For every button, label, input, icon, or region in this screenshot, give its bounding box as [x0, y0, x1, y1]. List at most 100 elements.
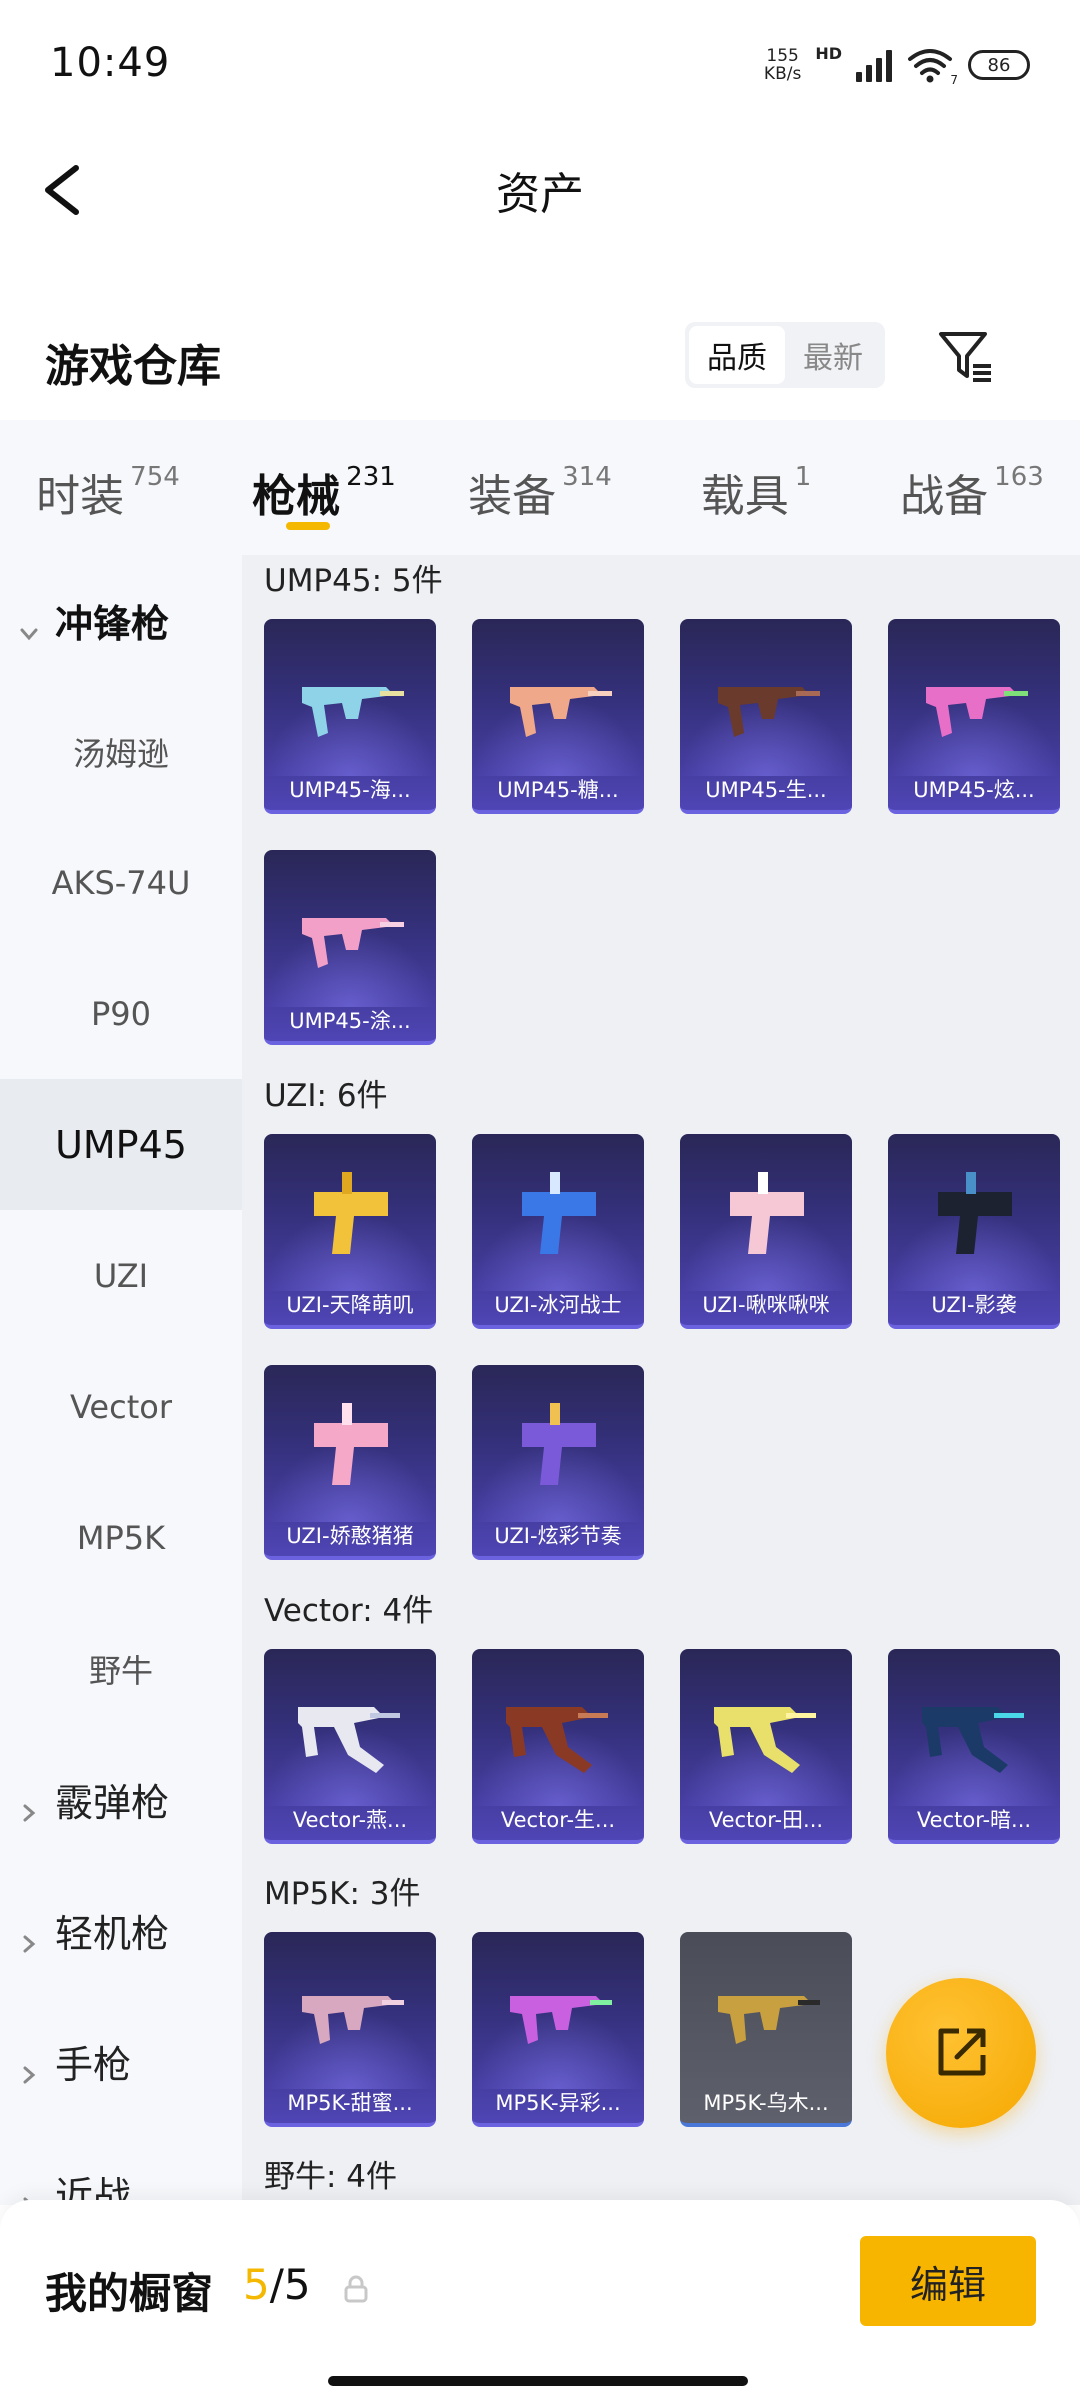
sidebar-item-label: 轻机枪 [55, 1912, 170, 1956]
status-bar: 10:49 155 KB/s HD 7 86 [0, 0, 1080, 120]
sidebar-item-aks74u[interactable]: AKS-74U [0, 817, 242, 948]
sidebar-item-ump45[interactable]: UMP45 [0, 1079, 242, 1210]
sort-quality-button[interactable]: 品质 [689, 326, 785, 384]
skin-card[interactable]: MP5K-甜蜜... [264, 1932, 436, 2127]
smg-icon [926, 687, 1028, 737]
skin-card[interactable]: MP5K-乌木... [680, 1932, 852, 2127]
smg-icon [718, 687, 820, 737]
skin-card[interactable]: Vector-田... [680, 1649, 852, 1844]
tab-count: 1 [794, 462, 812, 492]
share-out-button[interactable] [886, 1978, 1036, 2128]
showcase-bar: 我的橱窗 5/5 编辑 [0, 2200, 1080, 2400]
chevron-right-icon [18, 2051, 40, 2083]
skin-card[interactable]: UMP45-生... [680, 619, 852, 814]
tab-label: 枪械 [252, 471, 341, 522]
tab-count: 754 [130, 462, 180, 492]
tab-fashion[interactable]: 时装 754 [0, 420, 216, 555]
title-bar: 资产 [0, 140, 1080, 240]
sort-newest-button[interactable]: 最新 [785, 326, 881, 384]
warehouse-header: 游戏仓库 品质 最新 [0, 300, 1080, 410]
uzi-icon [938, 1172, 1012, 1254]
sidebar-item-label: 手枪 [55, 2043, 132, 2087]
sidebar-item-label: 野牛 [88, 1651, 153, 1690]
skin-card[interactable]: UMP45-糖... [472, 619, 644, 814]
skin-card[interactable]: MP5K-异彩... [472, 1932, 644, 2127]
showcase-title: 我的橱窗 [45, 2269, 214, 2318]
skin-card[interactable]: Vector-燕... [264, 1649, 436, 1844]
skin-name: MP5K-异彩... [495, 2091, 621, 2115]
sidebar-item-uzi[interactable]: UZI [0, 1210, 242, 1341]
net-speed: 155 KB/s [764, 47, 801, 83]
sidebar-group-lmg[interactable]: 轻机枪 [0, 1865, 242, 1996]
filter-icon[interactable] [935, 326, 995, 386]
sidebar-group-pistol[interactable]: 手枪 [0, 1996, 242, 2127]
edit-button[interactable]: 编辑 [860, 2236, 1036, 2326]
lock-icon [343, 2274, 369, 2304]
sidebar-item-bizon[interactable]: 野牛 [0, 1603, 242, 1734]
section-title-uzi: UZI: 6件 [264, 1078, 388, 1114]
tab-count: 163 [994, 462, 1044, 492]
sidebar-group-smg[interactable]: 冲锋枪 [0, 555, 242, 686]
tab-count: 231 [346, 462, 396, 492]
skin-name: Vector-田... [708, 1808, 824, 1832]
skin-card[interactable]: UZI-冰河战士 [472, 1134, 644, 1329]
skin-card[interactable]: UZI-天降萌叽 [264, 1134, 436, 1329]
sidebar-item-thompson[interactable]: 汤姆逊 [0, 686, 242, 817]
skin-card[interactable]: UMP45-涂... [264, 850, 436, 1045]
skin-card[interactable]: UZI-娇憨猪猪 [264, 1365, 436, 1560]
skin-card[interactable]: UZI-炫彩节奏 [472, 1365, 644, 1560]
tab-label: 装备 [468, 471, 557, 522]
sidebar-item-label: 近战 [55, 2174, 132, 2205]
sidebar-item-p90[interactable]: P90 [0, 948, 242, 1079]
smg-icon [302, 918, 404, 968]
skin-name: Vector-暗... [916, 1808, 1032, 1832]
share-out-icon [938, 2028, 986, 2076]
skin-name: UZI-天降萌叽 [286, 1293, 414, 1317]
sidebar-item-mp5k[interactable]: MP5K [0, 1472, 242, 1603]
showcase-total: 5 [283, 2260, 311, 2309]
sidebar-item-label: UMP45 [55, 1122, 187, 1167]
sidebar-group-melee[interactable]: 近战 [0, 2127, 242, 2205]
sidebar-group-shotgun[interactable]: 霰弹枪 [0, 1734, 242, 1865]
vector-icon [298, 1707, 400, 1773]
skin-card[interactable]: UZI-影袭 [888, 1134, 1060, 1329]
tab-vehicles[interactable]: 载具 1 [648, 420, 864, 555]
category-tabs: 时装 754 枪械 231 装备 314 载具 1 战备 163 [0, 420, 1080, 555]
tab-label: 战备 [900, 471, 989, 522]
wifi-sub: 7 [950, 73, 958, 87]
skin-name: UZI-炫彩节奏 [494, 1524, 622, 1548]
tab-label: 载具 [700, 471, 789, 522]
sidebar-item-label: MP5K [76, 1518, 166, 1557]
skin-name: MP5K-甜蜜... [287, 2091, 413, 2115]
net-speed-unit: KB/s [763, 64, 802, 84]
skin-name: MP5K-乌木... [703, 2091, 829, 2115]
skin-card[interactable]: Vector-生... [472, 1649, 644, 1844]
section-title-bizon: 野牛: 4件 [264, 2159, 398, 2195]
tab-equipment[interactable]: 装备 314 [432, 420, 648, 555]
uzi-icon [730, 1172, 804, 1254]
sidebar-item-label: 冲锋枪 [55, 602, 170, 646]
skin-card[interactable]: UMP45-炫... [888, 619, 1060, 814]
uzi-icon [314, 1172, 388, 1254]
showcase-separator: / [269, 2260, 284, 2309]
skin-card[interactable]: Vector-暗... [888, 1649, 1060, 1844]
tab-firearms[interactable]: 枪械 231 [216, 420, 432, 555]
section-title-mp5k: MP5K: 3件 [264, 1876, 421, 1912]
signal-icon [856, 48, 892, 82]
net-speed-value: 155 [766, 46, 799, 66]
sidebar-item-vector[interactable]: Vector [0, 1341, 242, 1472]
smg-icon [510, 1996, 612, 2044]
weapon-type-sidebar: 冲锋枪 汤姆逊 AKS-74U P90 UMP45 UZI Vector MP5… [0, 555, 242, 2205]
skin-name: UZI-冰河战士 [494, 1293, 622, 1317]
skin-card[interactable]: UMP45-海... [264, 619, 436, 814]
sidebar-item-label: 霰弹枪 [55, 1781, 170, 1825]
weapon-skin-list[interactable]: UMP45: 5件 UMP45-海... UMP45-糖... UMP45-生.… [242, 555, 1080, 2205]
uzi-icon [314, 1403, 388, 1485]
skin-card[interactable]: UZI-啾咪啾咪 [680, 1134, 852, 1329]
skin-name: Vector-生... [500, 1808, 616, 1832]
hd-badge: HD [815, 44, 842, 63]
wifi-icon: 7 [906, 45, 958, 87]
tab-supplies[interactable]: 战备 163 [864, 420, 1080, 555]
home-indicator[interactable] [328, 2376, 748, 2386]
smg-icon [302, 1996, 404, 2044]
